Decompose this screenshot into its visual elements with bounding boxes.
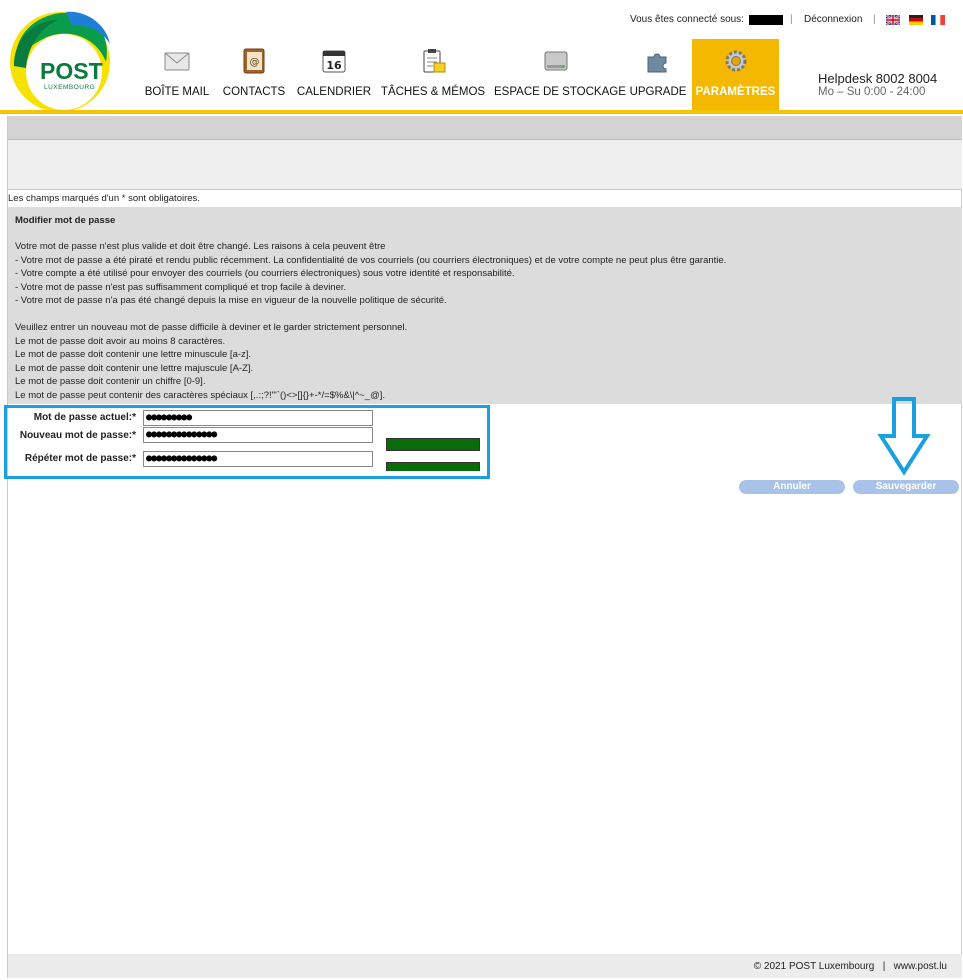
- toolbar-bar: [8, 116, 962, 140]
- nav-item-settings[interactable]: PARAMÈTRES: [692, 39, 779, 110]
- helpdesk-hours: Mo – Su 0:00 - 24:00: [818, 86, 926, 98]
- flag-de-icon[interactable]: [909, 15, 923, 25]
- new-password-label: Nouveau mot de passe:*: [19, 430, 136, 441]
- repeat-password-strength-bar: [386, 462, 480, 471]
- flag-uk-icon[interactable]: [886, 15, 900, 25]
- hard-drive-icon: [544, 51, 568, 71]
- header-divider: [0, 110, 963, 114]
- down-arrow-icon: [877, 397, 931, 476]
- envelope-icon: [164, 52, 190, 71]
- nav-label: CONTACTS: [222, 86, 286, 98]
- logout-link[interactable]: Déconnexion: [804, 14, 862, 25]
- nav-label: CALENDRIER: [296, 86, 372, 98]
- svg-text:@: @: [250, 57, 260, 68]
- current-password-input[interactable]: ●●●●●●●●●: [143, 410, 373, 426]
- nav-label: UPGRADE: [629, 86, 687, 98]
- nav-item-contacts[interactable]: @ CONTACTS: [218, 42, 290, 110]
- flag-fr-icon[interactable]: [931, 15, 945, 25]
- info-line: Le mot de passe doit avoir au moins 8 ca…: [15, 336, 226, 347]
- footer-text: © 2021 POST Luxembourg | www.post.lu: [753, 961, 947, 972]
- nav-label: PARAMÈTRES: [695, 86, 776, 98]
- cancel-button[interactable]: Annuler: [739, 480, 845, 494]
- nav-label: BOÎTE MAIL: [144, 86, 210, 98]
- nav-item-upgrade[interactable]: UPGRADE: [626, 42, 690, 110]
- nav-label: ESPACE DE STOCKAGE: [494, 86, 626, 98]
- puzzle-icon: [647, 53, 667, 73]
- clipboard-icon: [423, 49, 446, 73]
- repeat-password-input[interactable]: ●●●●●●●●●●●●●●: [143, 451, 373, 467]
- calendar-icon: 16: [322, 50, 346, 73]
- nav-item-tasks-memos[interactable]: TÂCHES & MÉMOS: [380, 42, 486, 110]
- current-password-label: Mot de passe actuel:*: [33, 412, 136, 423]
- required-fields-note: Les champs marqués d'un * sont obligatoi…: [8, 193, 200, 204]
- username-redacted: [749, 15, 783, 25]
- info-line: - Votre mot de passe n'a pas été changé …: [15, 295, 447, 306]
- save-button[interactable]: Sauvegarder: [853, 480, 959, 494]
- info-line: Le mot de passe doit contenir un chiffre…: [15, 376, 206, 387]
- nav-item-mailbox[interactable]: BOÎTE MAIL: [140, 42, 214, 110]
- subheader-bar: [8, 140, 962, 190]
- nav-item-calendar[interactable]: 16 CALENDRIER: [296, 42, 372, 110]
- nav-label: TÂCHES & MÉMOS: [380, 86, 486, 98]
- svg-text:16: 16: [326, 59, 342, 72]
- logo-title: POST: [40, 58, 103, 84]
- gear-icon: [725, 50, 746, 72]
- separator: |: [790, 14, 793, 25]
- nav-item-storage[interactable]: ESPACE DE STOCKAGE: [494, 42, 626, 110]
- info-line: Le mot de passe doit contenir une lettre…: [15, 363, 254, 374]
- new-password-strength-bar: [386, 438, 480, 451]
- connected-label: Vous êtes connecté sous:: [630, 14, 744, 25]
- info-title: Modifier mot de passe: [15, 215, 116, 226]
- repeat-password-label: Répéter mot de passe:*: [24, 453, 136, 464]
- info-line: - Votre mot de passe a été piraté et ren…: [15, 255, 727, 266]
- new-password-input[interactable]: ●●●●●●●●●●●●●●: [143, 427, 373, 443]
- info-line: Le mot de passe doit contenir une lettre…: [15, 349, 252, 360]
- info-line: Le mot de passe peut contenir des caract…: [15, 390, 386, 401]
- info-line: Veuillez entrer un nouveau mot de passe …: [15, 322, 408, 333]
- info-line: - Votre mot de passe n'est pas suffisamm…: [15, 282, 347, 293]
- address-book-icon: @: [243, 48, 265, 74]
- helpdesk-title: Helpdesk 8002 8004: [818, 71, 938, 86]
- separator: |: [873, 14, 876, 25]
- info-line: Votre mot de passe n'est plus valide et …: [15, 241, 386, 252]
- logo-subtitle: LUXEMBOURG: [44, 84, 96, 91]
- info-line: - Votre compte a été utilisé pour envoye…: [15, 268, 515, 279]
